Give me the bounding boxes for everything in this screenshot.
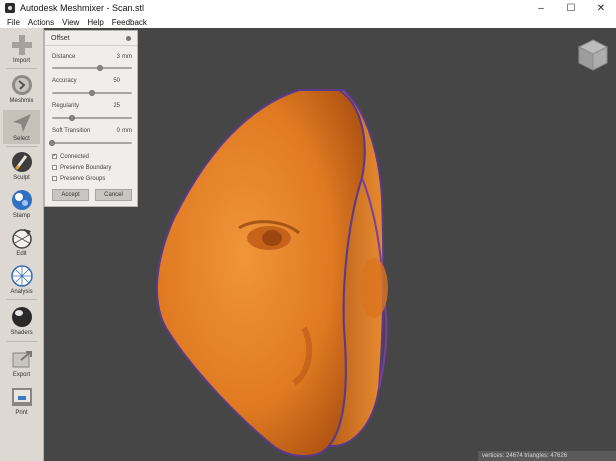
regularity-row: Regularity 25	[52, 101, 132, 111]
title-bar: Autodesk Meshmixer - Scan.stl – ☐ ✕	[0, 0, 616, 16]
separator	[6, 68, 37, 69]
distance-row: Distance 3 mm	[52, 52, 132, 62]
soft-transition-slider[interactable]	[49, 140, 132, 146]
menu-actions[interactable]: Actions	[24, 18, 58, 27]
plus-icon	[11, 35, 32, 55]
window-title: Autodesk Meshmixer - Scan.stl	[20, 3, 145, 13]
connected-checkbox[interactable]: ✓ Connected	[52, 152, 89, 161]
tool-import[interactable]: Import	[3, 32, 40, 66]
tool-stamp[interactable]: Stamp	[3, 187, 40, 221]
slider-track	[52, 67, 132, 69]
tool-sidebar: Import Meshmix Select Sculpt Stamp Edit	[0, 28, 44, 461]
regularity-value[interactable]: 25	[106, 103, 120, 109]
tool-label: Analysis	[10, 289, 33, 295]
cancel-button[interactable]: Cancel	[95, 189, 132, 201]
slider-handle[interactable]	[97, 65, 103, 71]
panel-header: Offset	[45, 31, 137, 46]
panel-title: Offset	[51, 34, 70, 42]
separator	[6, 341, 37, 342]
eye	[262, 230, 282, 246]
tool-select[interactable]: Select	[3, 110, 40, 144]
checkbox-label: Preserve Boundary	[60, 164, 112, 171]
checkbox-label: Connected	[60, 153, 90, 160]
slider-handle[interactable]	[49, 140, 55, 146]
close-button[interactable]: ✕	[586, 0, 616, 16]
menu-feedback[interactable]: Feedback	[108, 18, 151, 27]
minimize-button[interactable]: –	[526, 0, 556, 16]
shaders-icon	[11, 307, 32, 327]
tool-label: Sculpt	[13, 175, 30, 181]
window-controls: – ☐ ✕	[526, 0, 616, 16]
preserve-groups-checkbox[interactable]: Preserve Groups	[52, 174, 105, 183]
tool-label: Edit	[16, 251, 27, 257]
regularity-slider[interactable]	[52, 115, 132, 121]
tool-label: Print	[15, 410, 28, 416]
distance-value[interactable]: 3	[106, 54, 120, 60]
tool-meshmix[interactable]: Meshmix	[3, 72, 40, 106]
offset-panel: Offset Distance 3 mm Accuracy 50 Regular…	[44, 30, 138, 207]
accept-button[interactable]: Accept	[52, 189, 89, 201]
print-icon	[11, 388, 32, 406]
distance-unit: mm	[122, 54, 132, 60]
menu-bar: File Actions View Help Feedback	[0, 16, 616, 28]
sculpt-brush-icon	[11, 152, 32, 172]
edit-icon	[11, 229, 32, 249]
tool-label: Export	[12, 372, 31, 378]
tool-label: Meshmix	[9, 98, 34, 104]
menu-file[interactable]: File	[0, 18, 24, 27]
tool-label: Select	[13, 136, 30, 142]
preserve-boundary-checkbox[interactable]: Preserve Boundary	[52, 163, 111, 172]
tool-sculpt[interactable]: Sculpt	[3, 149, 40, 183]
accuracy-value[interactable]: 50	[106, 78, 120, 84]
tool-analysis[interactable]: Analysis	[3, 263, 40, 297]
slider-handle[interactable]	[69, 115, 75, 121]
meshmixer-app-icon	[5, 3, 15, 13]
panel-close-icon[interactable]	[126, 35, 131, 41]
separator	[6, 146, 37, 147]
slider-handle[interactable]	[89, 90, 95, 96]
slider-track	[52, 142, 132, 144]
tool-print[interactable]: Print	[3, 384, 40, 418]
soft-transition-row: Soft Transition 0 mm	[52, 126, 132, 136]
stamp-icon	[11, 190, 32, 210]
menu-view[interactable]: View	[58, 18, 83, 27]
meshmix-icon	[11, 75, 32, 95]
checkbox-label: Preserve Groups	[60, 175, 106, 182]
accuracy-label: Accuracy	[52, 78, 77, 84]
distance-label: Distance	[52, 54, 76, 60]
tool-label: Import	[12, 58, 30, 64]
analysis-icon	[10, 265, 33, 287]
mesh-stats-status: vertices: 24674 triangles: 47626	[478, 451, 616, 461]
accuracy-slider[interactable]	[52, 90, 132, 96]
soft-transition-unit: mm	[122, 128, 132, 134]
export-icon	[12, 351, 32, 368]
tool-export[interactable]: Export	[3, 346, 40, 380]
maximize-button[interactable]: ☐	[556, 0, 586, 16]
slider-track	[52, 117, 132, 119]
view-cube[interactable]	[576, 38, 610, 72]
soft-transition-value[interactable]: 0	[106, 128, 120, 134]
soft-transition-label: Soft Transition	[52, 128, 91, 134]
tool-label: Stamp	[12, 213, 31, 219]
separator	[6, 299, 37, 300]
menu-help[interactable]: Help	[83, 18, 107, 27]
checkbox-box[interactable]	[52, 176, 57, 181]
regularity-label: Regularity	[52, 103, 80, 109]
scan-face-mesh[interactable]	[156, 89, 388, 457]
checkbox-box[interactable]	[52, 165, 57, 170]
tool-label: Shaders	[10, 330, 33, 336]
tool-shaders[interactable]: Shaders	[3, 304, 40, 338]
checkbox-box[interactable]: ✓	[52, 154, 57, 159]
tool-edit[interactable]: Edit	[3, 225, 40, 259]
distance-slider[interactable]	[52, 65, 132, 71]
accuracy-row: Accuracy 50	[52, 76, 132, 86]
select-arrow-icon	[12, 114, 31, 132]
